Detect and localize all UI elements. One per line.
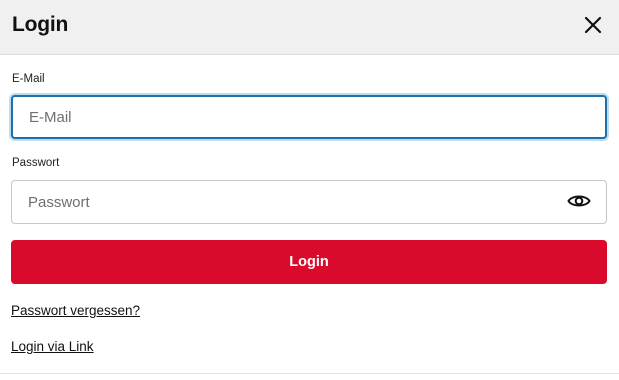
close-button[interactable] [580, 12, 606, 38]
divider [0, 373, 619, 374]
email-field[interactable] [11, 95, 607, 139]
forgot-password-link[interactable]: Passwort vergessen? [11, 303, 140, 318]
password-label: Passwort [12, 157, 60, 169]
login-dialog: Login E-Mail Passwort Login Passwort ver… [0, 0, 619, 380]
close-icon [584, 16, 602, 34]
dialog-title: Login [12, 13, 69, 36]
show-password-button[interactable] [566, 190, 592, 212]
login-button[interactable]: Login [11, 240, 607, 284]
eye-icon [567, 195, 591, 207]
login-via-link-link[interactable]: Login via Link [11, 339, 94, 354]
dialog-header: Login [0, 0, 619, 55]
password-field[interactable] [11, 180, 607, 224]
email-label: E-Mail [12, 73, 45, 85]
